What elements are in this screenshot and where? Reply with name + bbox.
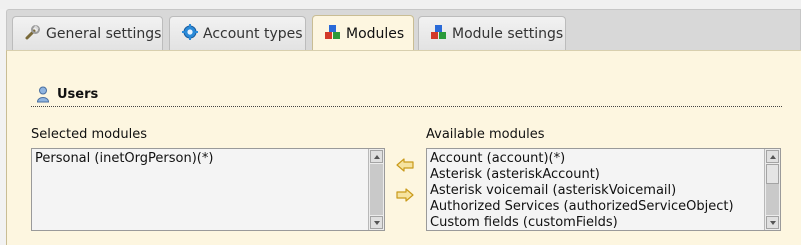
scrollbar[interactable] [368, 149, 384, 230]
section-divider [31, 106, 782, 107]
tab-modules-label: Modules [346, 26, 405, 42]
list-item[interactable]: Account (account)(*) [430, 151, 780, 167]
available-modules-label: Available modules [426, 127, 545, 142]
list-item[interactable]: Custom fields (customFields) [430, 215, 780, 230]
tab-general-settings[interactable]: General settings [12, 16, 163, 51]
user-icon [36, 86, 50, 103]
selected-modules-label: Selected modules [31, 127, 147, 142]
list-item[interactable]: Asterisk voicemail (asteriskVoicemail) [430, 183, 780, 199]
tab-module-settings-label: Module settings [452, 26, 564, 42]
scroll-thumb[interactable] [766, 164, 779, 184]
modules-icon [324, 23, 342, 41]
selected-modules-list[interactable]: Personal (inetOrgPerson)(*) [31, 148, 385, 231]
list-item[interactable]: Authorized Services (authorizedServiceOb… [430, 199, 780, 215]
arrow-left-icon [396, 158, 414, 172]
tab-modules[interactable]: Modules [312, 15, 414, 52]
tab-account-types[interactable]: Account types [169, 16, 306, 51]
tab-account-types-label: Account types [203, 26, 303, 42]
scroll-down-arrow-icon[interactable] [766, 216, 779, 229]
scroll-down-arrow-icon[interactable] [370, 216, 383, 229]
scroll-up-arrow-icon[interactable] [370, 150, 383, 163]
modules-icon [430, 23, 448, 41]
wrench-icon [24, 23, 42, 41]
top-strip [0, 0, 801, 9]
list-item[interactable]: Asterisk (asteriskAccount) [430, 167, 780, 183]
scrollbar[interactable] [764, 149, 780, 230]
list-item[interactable]: Personal (inetOrgPerson)(*) [35, 151, 384, 167]
tab-general-settings-label: General settings [46, 26, 162, 42]
available-modules-list[interactable]: Account (account)(*) Asterisk (asteriskA… [426, 148, 781, 231]
add-module-button[interactable] [396, 188, 414, 202]
section-title: Users [57, 87, 99, 102]
arrow-right-icon [396, 188, 414, 202]
scroll-up-arrow-icon[interactable] [766, 150, 779, 163]
gear-icon [181, 23, 199, 41]
remove-module-button[interactable] [396, 158, 414, 172]
scroll-track[interactable] [370, 164, 383, 215]
tab-bar: General settings Account types Modules M… [6, 9, 801, 52]
section-heading: Users [36, 86, 98, 103]
tab-module-settings[interactable]: Module settings [418, 16, 566, 51]
